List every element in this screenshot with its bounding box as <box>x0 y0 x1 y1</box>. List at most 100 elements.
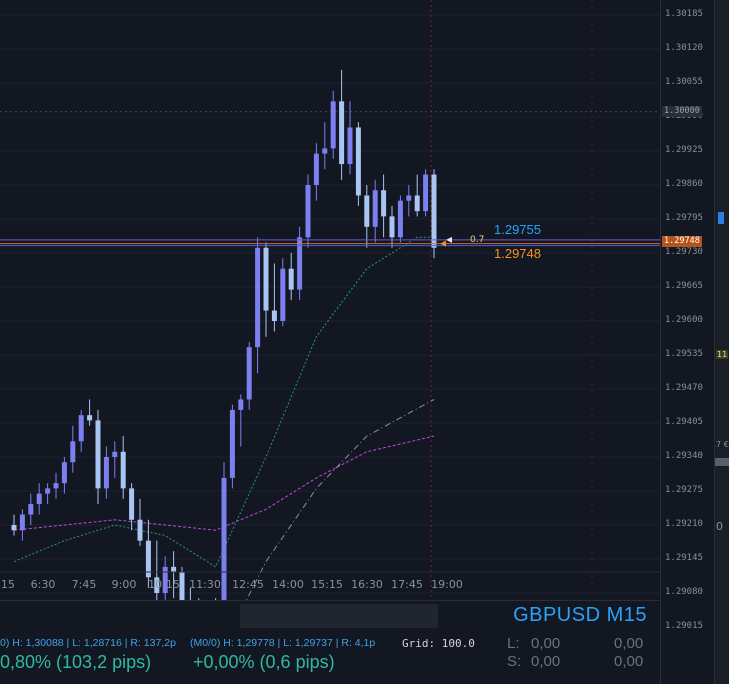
candle-body <box>263 247 269 311</box>
candle-body <box>246 347 252 400</box>
candle-body <box>389 216 395 238</box>
right-side-panel <box>714 0 729 684</box>
candle-body <box>137 519 143 541</box>
candle-body <box>313 153 319 185</box>
price-tick-label: 1.29600 <box>665 315 703 325</box>
candle-body <box>179 572 185 600</box>
symbol-label: GBPUSD M15 <box>513 604 647 626</box>
candle-body <box>347 127 353 165</box>
current-price-box: 1.29748 <box>662 236 702 247</box>
spread-ratio-label: 0.7 <box>470 235 485 245</box>
price-scale[interactable]: 1.301851.301201.300551.299901.299251.298… <box>660 0 715 684</box>
level-price-box: 1.30000 <box>662 106 702 117</box>
candle-body <box>238 399 244 410</box>
price-tick-label: 1.30120 <box>665 43 703 53</box>
time-tick-label: 17:45 <box>391 578 423 591</box>
candle-body <box>288 268 294 290</box>
stats-left-small: 0) H: 1,30088 | L: 1,28716 | R: 137,2p <box>0 637 176 649</box>
time-tick-label: 14:00 <box>272 578 304 591</box>
stats-mid-big: +0,00% (0,6 pips) <box>193 652 335 672</box>
candle-body <box>70 441 76 463</box>
candle-body <box>322 148 328 154</box>
candle-body <box>19 514 25 531</box>
price-tick-label: 1.29210 <box>665 519 703 529</box>
price-tick-label: 1.30055 <box>665 77 703 87</box>
panel-divider <box>715 458 729 466</box>
candle-body <box>381 190 387 217</box>
candle-body <box>78 415 84 442</box>
time-tick-label: 9:00 <box>111 578 137 591</box>
stats-left-big: 0,80% (103,2 pips) <box>0 652 152 672</box>
chart-area[interactable] <box>0 0 660 600</box>
candle-body <box>364 195 370 227</box>
price-tick-label: 1.29925 <box>665 145 703 155</box>
time-tick-label: 16:30 <box>351 578 383 591</box>
candle-body <box>397 200 403 238</box>
candle-body <box>129 488 135 520</box>
candle-body <box>330 101 336 149</box>
time-tick-label: 6:30 <box>30 578 56 591</box>
candle-body <box>414 195 420 212</box>
volume-bar-area <box>240 604 438 628</box>
candle-body <box>372 190 378 227</box>
side-label-2: 7 € <box>716 440 729 449</box>
candle-body <box>87 415 93 421</box>
time-tick-label: :15 <box>0 578 15 591</box>
candle-body <box>339 101 345 165</box>
candle-body <box>255 247 261 348</box>
price-tick-label: 1.29080 <box>665 587 703 597</box>
candle-body <box>11 525 17 531</box>
price-tick-label: 1.30185 <box>665 9 703 19</box>
bid-price-label: 1.29748 <box>494 246 541 261</box>
long-label: L: <box>507 635 520 652</box>
candle-body <box>45 488 51 494</box>
candle-body <box>120 451 126 489</box>
candle-body <box>103 457 109 489</box>
side-label-3: 0 <box>716 520 723 533</box>
long-value-1: 0,00 <box>531 635 561 652</box>
candle-body <box>431 174 437 248</box>
price-tick-label: 1.29405 <box>665 417 703 427</box>
candle-body <box>423 174 429 212</box>
candle-body <box>171 566 177 573</box>
time-tick-label: 15:15 <box>311 578 343 591</box>
time-tick-label: 19:00 <box>431 578 463 591</box>
candle-body <box>95 420 101 489</box>
time-tick-label: 7:45 <box>71 578 97 591</box>
price-tick-label: 1.29795 <box>665 213 703 223</box>
price-tick-label: 1.29275 <box>665 485 703 495</box>
ask-price-label: 1.29755 <box>494 222 541 237</box>
long-value-2: 0,00 <box>614 635 644 652</box>
candle-body <box>112 451 118 457</box>
candle-body <box>53 483 59 489</box>
candle-body <box>305 185 311 238</box>
price-tick-label: 1.29340 <box>665 451 703 461</box>
side-label-1: 11 <box>716 350 729 359</box>
candle-body <box>28 504 34 515</box>
price-tick-label: 1.29860 <box>665 179 703 189</box>
candle-body <box>221 477 227 600</box>
short-value-1: 0,00 <box>531 653 561 670</box>
price-tick-label: 1.29535 <box>665 349 703 359</box>
candle-body <box>36 493 42 505</box>
candle-body <box>271 310 277 321</box>
candle-body <box>406 195 412 201</box>
candle-body <box>229 409 235 478</box>
time-tick-label: 10:15 <box>148 578 180 591</box>
candle-body <box>280 268 286 321</box>
short-value-2: 0,00 <box>614 653 644 670</box>
time-tick-label: 11:30 <box>189 578 221 591</box>
candle-body <box>61 462 67 484</box>
time-tick-label: 12:45 <box>232 578 264 591</box>
price-tick-label: 1.29470 <box>665 383 703 393</box>
candlestick-chart[interactable] <box>0 0 660 600</box>
stats-mid-small: (M0/0) H: 1,29778 | L: 1,29737 | R: 4,1p <box>190 637 376 649</box>
ask-arrow <box>446 236 452 243</box>
bottom-divider <box>0 600 660 601</box>
scroll-marker[interactable] <box>718 212 724 224</box>
candle-body <box>355 127 361 196</box>
price-tick-label: 1.29730 <box>665 247 703 257</box>
short-label: S: <box>507 653 522 670</box>
grid-label: Grid: 100.0 <box>402 637 475 650</box>
price-tick-label: 1.29665 <box>665 281 703 291</box>
